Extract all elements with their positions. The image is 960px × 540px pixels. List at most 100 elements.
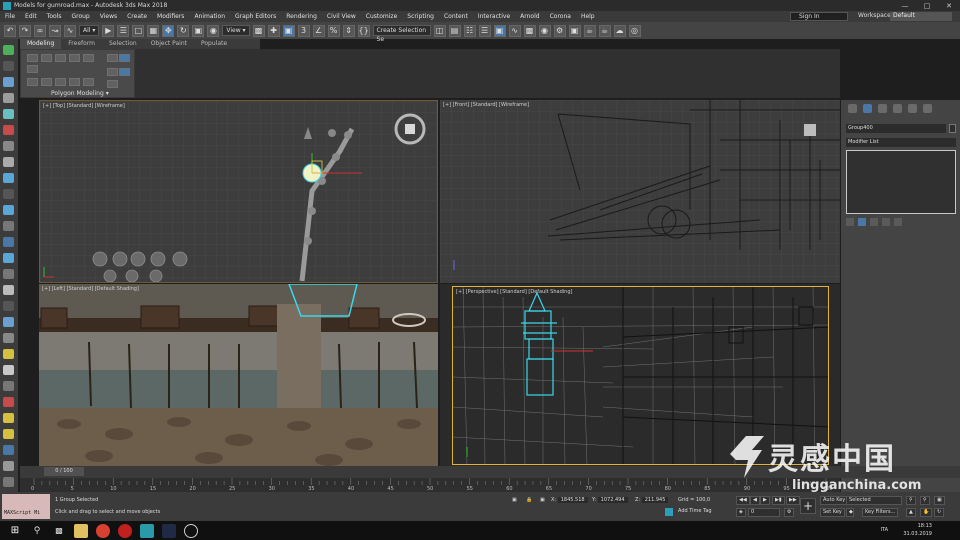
y-coord-field[interactable]: 1072.494	[597, 497, 628, 503]
ribbon-tool-button[interactable]	[107, 68, 118, 76]
windows-start-icon[interactable]: ⊞	[8, 523, 22, 538]
modify-tab-icon[interactable]	[863, 104, 872, 113]
render-cloud-icon[interactable]: ☁	[613, 24, 626, 37]
teapot-primitive-icon[interactable]	[3, 253, 14, 263]
workspace-select[interactable]: Default	[890, 12, 952, 21]
key-mode-toggle-icon[interactable]: ◈	[736, 508, 746, 517]
ribbon-tool-button[interactable]	[27, 54, 38, 62]
viewport-perspective-label[interactable]: [+] [Perspective] [Standard] [Default Sh…	[456, 289, 572, 295]
menu-corona[interactable]: Corona	[545, 13, 576, 20]
layer-icon[interactable]	[3, 317, 14, 327]
key-icon[interactable]: ◆	[846, 508, 854, 517]
edit-named-selection-icon[interactable]: {}	[357, 24, 370, 37]
maxscript-listener[interactable]: MAXScript Mi	[2, 494, 50, 519]
manipulate-icon[interactable]: ✚	[267, 24, 280, 37]
menu-edit[interactable]: Edit	[20, 13, 42, 20]
angle-snap-icon[interactable]: ∠	[312, 24, 325, 37]
ribbon-tool-button[interactable]	[107, 80, 118, 88]
render-iterative-icon[interactable]: ☕	[598, 24, 611, 37]
render-icon[interactable]	[3, 381, 14, 391]
absolute-mode-icon[interactable]: ▣	[540, 497, 545, 503]
tab-freeform[interactable]: Freeform	[61, 39, 102, 49]
task-view-icon[interactable]: ▩	[52, 523, 66, 538]
spinner-snap-icon[interactable]: ⇕	[342, 24, 355, 37]
menu-civil-view[interactable]: Civil View	[322, 13, 361, 20]
viewport-front-label[interactable]: [+] [Front] [Standard] [Wireframe]	[443, 102, 529, 108]
viewport-left-label[interactable]: [+] [Left] [Standard] [Default Shading]	[42, 286, 139, 292]
ribbon-tool-button[interactable]	[69, 78, 80, 86]
remove-modifier-icon[interactable]	[882, 218, 890, 226]
render-production-icon[interactable]: ☕	[583, 24, 596, 37]
sphere-tool-icon[interactable]	[3, 61, 14, 71]
3ds-max-icon[interactable]	[140, 523, 154, 538]
ribbon-tool-button[interactable]	[55, 54, 66, 62]
ribbon-tool-button[interactable]	[119, 54, 130, 62]
select-and-scale-icon[interactable]: ▣	[192, 24, 205, 37]
spacewarps-icon[interactable]	[3, 141, 14, 151]
hierarchy-tab-icon[interactable]	[878, 104, 887, 113]
toggle-scene-explorer-icon[interactable]: ☷	[463, 24, 476, 37]
link-icon[interactable]: ∞	[34, 24, 46, 37]
ribbon-tool-button[interactable]	[83, 54, 94, 62]
maximize-button[interactable]: □	[916, 2, 938, 10]
redo-icon[interactable]: ↷	[19, 24, 31, 37]
ribbon-tool-button[interactable]	[27, 65, 38, 73]
corona-frame-buffer-icon[interactable]: ◎	[628, 24, 641, 37]
set-keys-icon[interactable]: +	[800, 498, 816, 514]
menu-content[interactable]: Content	[439, 13, 473, 20]
ribbon-tool-button[interactable]	[107, 54, 118, 62]
keyboard-shortcut-override-icon[interactable]: ▣	[282, 24, 295, 37]
percent-snap-icon[interactable]: %	[327, 24, 340, 37]
dummy-helper-icon[interactable]	[3, 301, 14, 311]
configure-modifier-sets-icon[interactable]	[894, 218, 902, 226]
viewport-top[interactable]: [+] [Top] [Standard] [Wireframe]	[39, 100, 438, 283]
track-bar[interactable]: 0 5 10 15 20 25 30 35 40 45 50 55 60 65 70 75 80 85 90 95 10…	[20, 478, 840, 492]
orbit-icon[interactable]: ↻	[934, 508, 945, 517]
object-color-swatch[interactable]	[949, 124, 956, 133]
box-primitive-icon[interactable]	[3, 189, 14, 199]
scene-icon[interactable]	[3, 333, 14, 343]
selection-filter-dropdown[interactable]: All ▾	[79, 25, 100, 36]
tab-modeling[interactable]: Modeling	[20, 39, 62, 49]
viewport-layout-icon[interactable]	[3, 445, 14, 455]
menu-animation[interactable]: Animation	[189, 13, 230, 20]
tab-object-paint[interactable]: Object Paint	[144, 39, 194, 49]
polygon-modeling-dropdown[interactable]: Polygon Modeling ▾	[51, 90, 109, 97]
modifier-stack[interactable]	[846, 150, 956, 214]
torus-primitive-icon[interactable]	[3, 221, 14, 231]
yellow-tool-icon[interactable]	[3, 413, 14, 423]
opera-icon[interactable]	[118, 523, 132, 538]
menu-arnold[interactable]: Arnold	[515, 13, 544, 20]
rendered-frame-window-icon[interactable]: ▣	[568, 24, 581, 37]
pan-icon[interactable]: ✋	[920, 508, 933, 517]
light-bulb-icon[interactable]	[3, 269, 14, 279]
app-circle-icon[interactable]	[184, 523, 198, 538]
render-setup-icon[interactable]: ⚙	[553, 24, 566, 37]
named-selection-set-dropdown[interactable]: Create Selection Se	[372, 25, 431, 43]
minimize-button[interactable]: —	[894, 2, 916, 10]
current-frame-field[interactable]: 0	[748, 508, 780, 517]
ribbon-tool-button[interactable]	[55, 78, 66, 86]
align-icon[interactable]: ▤	[448, 24, 461, 37]
z-coord-field[interactable]: 211.945	[641, 497, 669, 503]
selection-lock-icon[interactable]: 🔒	[526, 497, 532, 503]
ribbon-tool-button[interactable]	[41, 54, 52, 62]
eye-icon[interactable]	[3, 461, 14, 471]
menu-create[interactable]: Create	[122, 13, 152, 20]
place-icon[interactable]: ◉	[207, 24, 220, 37]
set-key-button[interactable]: Set Key	[820, 508, 845, 517]
menu-interactive[interactable]: Interactive	[473, 13, 515, 20]
create-tab-icon[interactable]	[848, 104, 857, 113]
menu-help[interactable]: Help	[576, 13, 600, 20]
select-and-rotate-icon[interactable]: ↻	[177, 24, 190, 37]
sign-in-dropdown[interactable]: Sign In	[790, 12, 848, 21]
time-configuration-icon[interactable]: ⚙	[784, 508, 795, 517]
cylinder-primitive-icon[interactable]	[3, 205, 14, 215]
photoshop-icon[interactable]	[162, 523, 176, 538]
ribbon-tool-button[interactable]	[27, 78, 38, 86]
systems-icon[interactable]	[3, 157, 14, 167]
language-indicator[interactable]: ITA	[880, 527, 888, 533]
close-button[interactable]: ✕	[938, 2, 960, 10]
tab-populate[interactable]: Populate	[194, 39, 234, 49]
select-object-icon[interactable]: ▶	[102, 24, 115, 37]
